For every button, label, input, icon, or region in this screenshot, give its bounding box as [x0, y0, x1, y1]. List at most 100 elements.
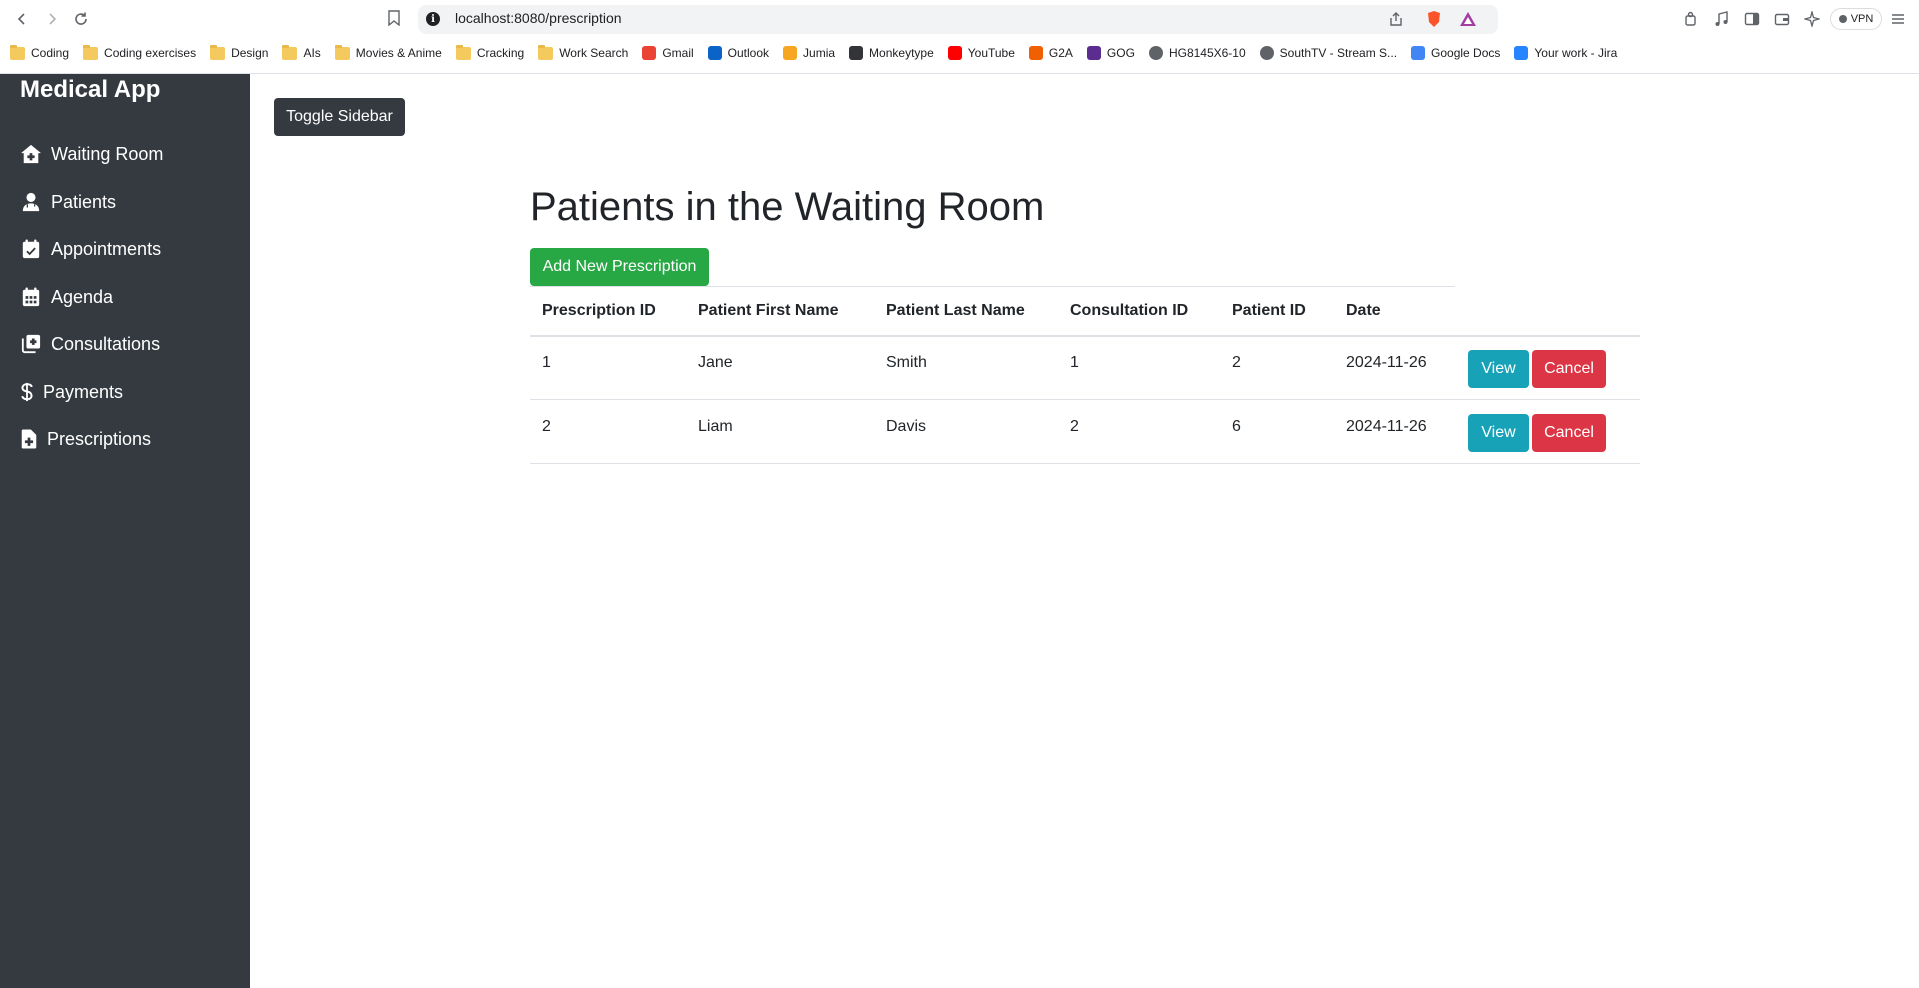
forward-icon[interactable]	[40, 7, 64, 31]
bookmark-label: Design	[231, 46, 269, 60]
sidebar-item-waiting-room[interactable]: Waiting Room	[20, 139, 163, 169]
bookmark-item[interactable]: Design	[210, 44, 269, 60]
table-row: 2 Liam Davis 2 6 2024-11-26 View Cancel	[530, 401, 1640, 464]
sidebar-item-appointments[interactable]: Appointments	[20, 234, 161, 264]
sidebar-item-label: Appointments	[51, 238, 162, 259]
page-title: Patients in the Waiting Room	[530, 185, 1045, 229]
sidebar-panel-icon[interactable]	[1742, 9, 1762, 29]
url-text[interactable]: localhost:8080/prescription	[455, 10, 622, 26]
gmail-icon	[642, 46, 657, 60]
bookmark-label: Coding exercises	[104, 46, 197, 60]
bookmark-item[interactable]: YouTube	[947, 46, 1015, 60]
music-icon[interactable]	[1712, 9, 1732, 29]
site-info-icon[interactable]: i	[426, 12, 440, 26]
bookmark-item[interactable]: Coding	[10, 44, 69, 60]
view-button[interactable]: View	[1468, 414, 1529, 452]
wallet-icon[interactable]	[1772, 9, 1792, 29]
bookmark-item[interactable]: Movies & Anime	[334, 44, 442, 60]
sidebar-item-label: Prescriptions	[47, 428, 152, 449]
bookmark-item[interactable]: Monkeytype	[849, 46, 934, 60]
bookmark-label: Work Search	[559, 46, 629, 60]
sidebar-item-consultations[interactable]: Consultations	[20, 329, 160, 359]
bookmark-item[interactable]: HG8145X6-10	[1148, 46, 1246, 60]
folder-icon	[210, 44, 226, 60]
cell-patient-id: 6	[1232, 418, 1241, 435]
calendar-days-icon	[22, 287, 40, 307]
bookmark-item[interactable]: Jumia	[783, 46, 835, 60]
sidebar-item-prescriptions[interactable]: Prescriptions	[20, 424, 151, 454]
vpn-button[interactable]: VPN	[1830, 8, 1882, 30]
brave-rewards-icon[interactable]	[1458, 9, 1478, 29]
app-title: Medical App	[20, 76, 161, 103]
extensions-icon[interactable]	[1682, 9, 1702, 29]
cancel-button[interactable]: Cancel	[1532, 350, 1606, 388]
gog-icon	[1086, 46, 1101, 60]
bookmark-label: YouTube	[967, 46, 1015, 60]
back-icon[interactable]	[10, 7, 34, 31]
globe-icon	[1259, 46, 1274, 60]
cell-last-name: Smith	[886, 354, 927, 371]
folder-icon	[282, 44, 298, 60]
sidebar-item-label: Patients	[51, 191, 117, 212]
cell-prescription-id: 2	[542, 418, 551, 435]
bookmark-item[interactable]: G2A	[1028, 46, 1073, 60]
bookmark-label: Gmail	[662, 46, 694, 60]
folder-icon	[455, 44, 471, 60]
sidebar-item-agenda[interactable]: Agenda	[20, 282, 113, 312]
bookmark-label: Cracking	[476, 46, 525, 60]
jumia-icon	[783, 46, 798, 60]
toggle-sidebar-button[interactable]: Toggle Sidebar	[274, 98, 405, 136]
bookmark-label: Your work - Jira	[1534, 46, 1618, 60]
bookmark-label: G2A	[1048, 46, 1073, 60]
bookmark-page-icon[interactable]	[387, 10, 401, 31]
bookmark-item[interactable]: Your work - Jira	[1514, 46, 1617, 60]
menu-icon[interactable]	[1888, 9, 1908, 29]
cell-consultation-id: 1	[1070, 354, 1079, 371]
bookmark-item[interactable]: GOG	[1086, 46, 1135, 60]
bookmark-item[interactable]: Google Docs	[1411, 46, 1500, 60]
globe-icon	[1148, 46, 1163, 60]
dollar-sign-icon	[21, 382, 33, 402]
sidebar-item-label: Consultations	[51, 333, 161, 354]
sidebar-item-payments[interactable]: Payments	[20, 377, 123, 407]
file-medical-icon	[21, 429, 37, 449]
bookmark-label: Outlook	[727, 46, 770, 60]
cancel-button[interactable]: Cancel	[1532, 414, 1606, 452]
cell-consultation-id: 2	[1070, 418, 1079, 435]
view-button[interactable]: View	[1468, 350, 1529, 388]
sidebar-item-label: Waiting Room	[51, 143, 164, 164]
bookmark-item[interactable]: Work Search	[538, 44, 629, 60]
share-icon[interactable]	[1386, 9, 1406, 29]
bookmark-label: Jumia	[803, 46, 836, 60]
bookmark-item[interactable]: Gmail	[642, 46, 694, 60]
sidebar-item-label: Payments	[43, 381, 124, 402]
bookmark-item[interactable]: Coding exercises	[83, 44, 197, 60]
youtube-icon	[947, 46, 962, 60]
column-header-patient-id: Patient ID	[1232, 302, 1306, 319]
sidebar-item-patients[interactable]: Patients	[20, 187, 116, 217]
column-header-consultation-id: Consultation ID	[1070, 302, 1189, 319]
bookmark-item[interactable]: Outlook	[707, 46, 770, 60]
bookmark-label: SouthTV - Stream S...	[1279, 46, 1398, 60]
leo-ai-icon[interactable]	[1802, 9, 1822, 29]
brave-shield-icon[interactable]	[1424, 9, 1444, 29]
bookmark-label: GOG	[1106, 46, 1135, 60]
table-row: 1 Jane Smith 1 2 2024-11-26 View Cancel	[530, 337, 1640, 400]
sidebar-item-label: Agenda	[51, 286, 114, 307]
bookmark-item[interactable]: Cracking	[455, 44, 525, 60]
cell-date: 2024-11-26	[1346, 354, 1427, 371]
cell-first-name: Liam	[698, 418, 733, 435]
bookmark-item[interactable]: AIs	[282, 44, 321, 60]
vpn-label: VPN	[1850, 13, 1874, 25]
add-new-prescription-button[interactable]: Add New Prescription	[530, 248, 709, 286]
calendar-check-icon	[22, 239, 40, 259]
bookmark-label: Google Docs	[1431, 46, 1501, 60]
reload-icon[interactable]	[69, 7, 93, 31]
column-header-first-name: Patient First Name	[698, 302, 839, 319]
bookmark-label: Monkeytype	[869, 46, 934, 60]
bookmark-label: HG8145X6-10	[1168, 46, 1246, 60]
column-header-last-name: Patient Last Name	[886, 302, 1025, 319]
bookmark-item[interactable]: SouthTV - Stream S...	[1259, 46, 1398, 60]
house-medical-icon	[21, 144, 41, 164]
outlook-icon	[707, 46, 722, 60]
